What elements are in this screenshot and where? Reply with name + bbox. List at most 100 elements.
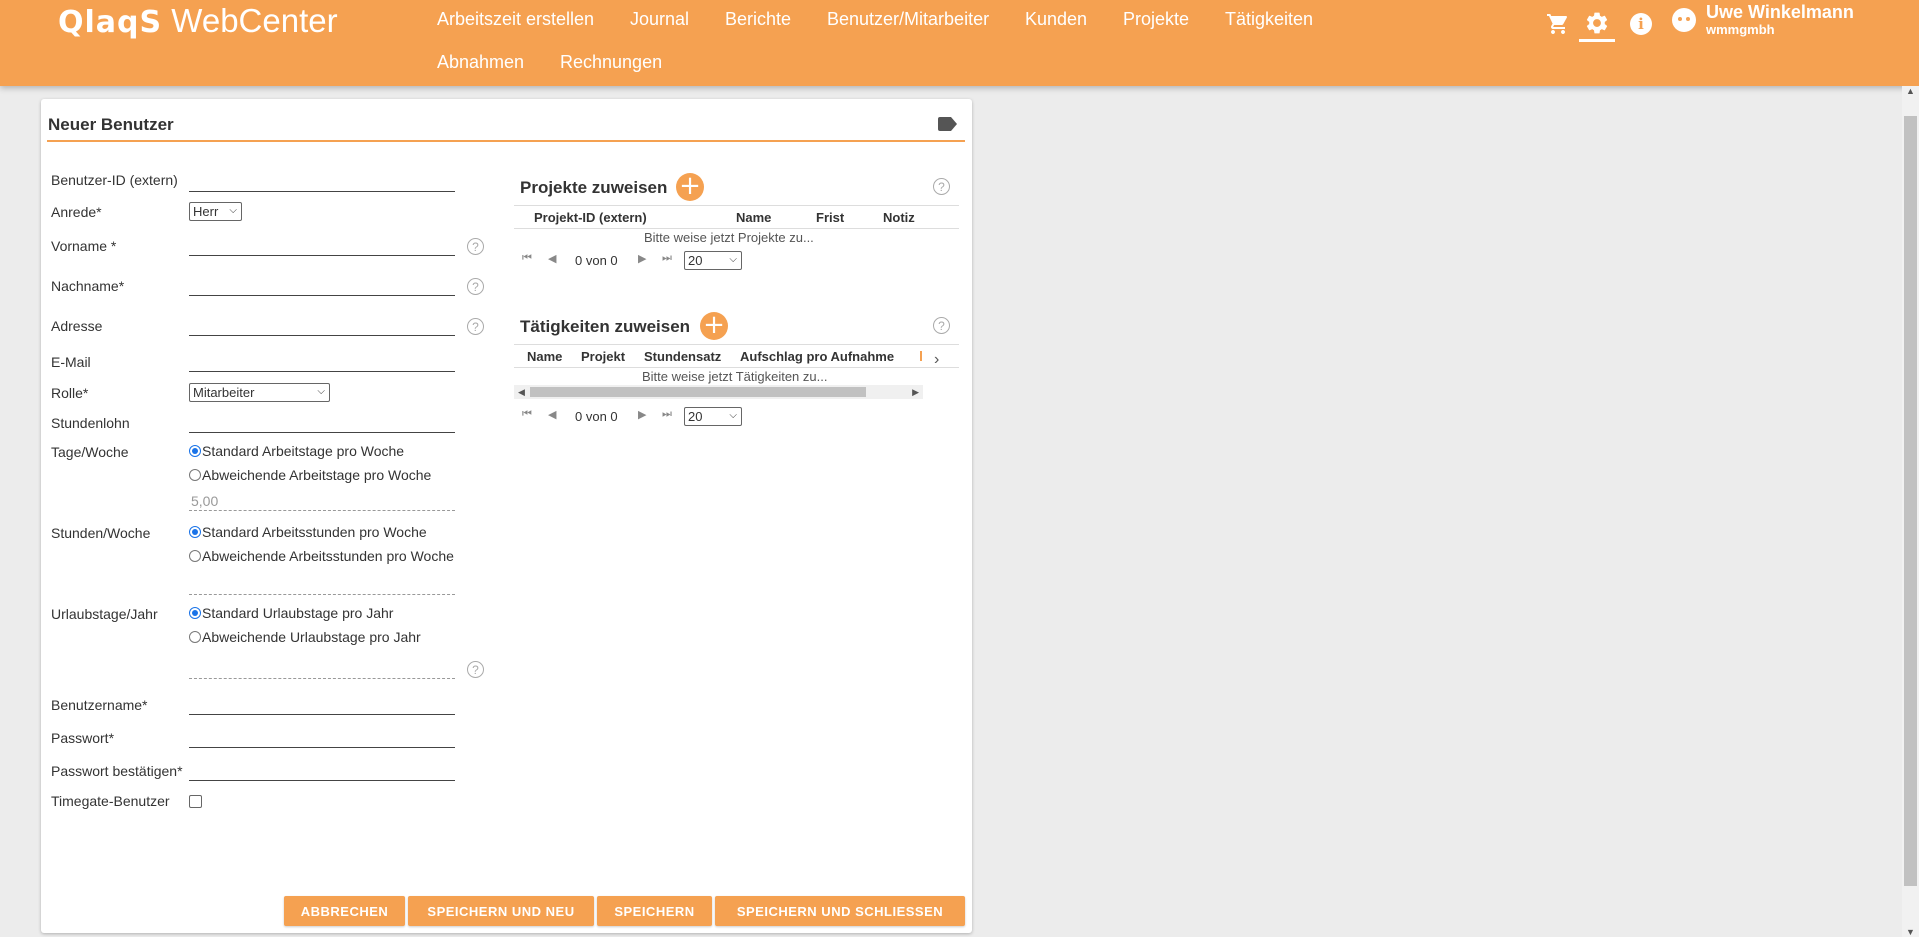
user-id-input[interactable] bbox=[189, 172, 455, 192]
nav-berichte[interactable]: Berichte bbox=[725, 9, 791, 30]
nav-abnahmen[interactable]: Abnahmen bbox=[437, 52, 524, 73]
label-hourly-wage: Stundenlohn bbox=[51, 415, 130, 431]
activities-table-top-border bbox=[514, 344, 959, 345]
projects-pager-text: 0 von 0 bbox=[575, 253, 618, 268]
nav-benutzer-mitarbeiter[interactable]: Benutzer/Mitarbeiter bbox=[827, 9, 989, 30]
label-salutation: Anrede* bbox=[51, 204, 102, 220]
nav-journal[interactable]: Journal bbox=[630, 9, 689, 30]
scroll-right-icon[interactable]: ▶ bbox=[912, 385, 919, 399]
help-icon[interactable]: ? bbox=[467, 238, 484, 255]
scroll-left-icon[interactable]: ◀ bbox=[518, 385, 525, 399]
nav-arbeitszeit-erstellen[interactable]: Arbeitszeit erstellen bbox=[437, 9, 594, 30]
radio-vacation-custom[interactable]: Abweichende Urlaubstage pro Jahr bbox=[189, 629, 421, 645]
first-page-icon[interactable]: ⏮ bbox=[522, 252, 532, 265]
activities-table-scrollbar[interactable]: ◀ ▶ bbox=[514, 385, 923, 399]
help-icon[interactable]: ? bbox=[467, 661, 484, 678]
username-input[interactable] bbox=[189, 695, 455, 715]
email-input[interactable] bbox=[189, 352, 455, 372]
prev-page-icon[interactable]: ◀ bbox=[548, 252, 556, 265]
title-divider bbox=[47, 140, 965, 142]
tag-icon[interactable] bbox=[938, 117, 958, 136]
col-hourly-rate[interactable]: Stundensatz bbox=[644, 349, 721, 364]
add-project-button[interactable]: + bbox=[676, 173, 704, 201]
user-face-icon bbox=[1672, 8, 1696, 32]
activities-page-size-select[interactable]: 20 ⌵ bbox=[684, 407, 742, 426]
help-icon[interactable]: ? bbox=[467, 318, 484, 335]
col-project[interactable]: Projekt bbox=[581, 349, 625, 364]
label-password: Passwort* bbox=[51, 730, 115, 746]
logo-product: WebCenter bbox=[171, 2, 338, 39]
projects-page-size-select[interactable]: 20 ⌵ bbox=[684, 251, 742, 270]
scrollbar-thumb[interactable] bbox=[1904, 116, 1917, 886]
hours-week-input[interactable] bbox=[189, 575, 455, 595]
col-name[interactable]: Name bbox=[527, 349, 562, 364]
vacation-input[interactable] bbox=[189, 659, 455, 679]
next-page-icon[interactable]: ▶ bbox=[638, 252, 646, 265]
app-logo[interactable]: QlaqS WebCenter bbox=[58, 2, 338, 40]
col-name[interactable]: Name bbox=[736, 210, 771, 225]
column-edge-marker bbox=[920, 351, 922, 361]
password-input[interactable] bbox=[189, 728, 455, 748]
next-page-icon[interactable]: ▶ bbox=[638, 408, 646, 421]
nav-projekte[interactable]: Projekte bbox=[1123, 9, 1189, 30]
activities-table-header-border bbox=[514, 367, 959, 368]
radio-hours-custom[interactable]: Abweichende Arbeitsstunden pro Woche bbox=[189, 548, 454, 564]
projects-table-header-border bbox=[514, 228, 959, 229]
label-timegate: Timegate-Benutzer bbox=[51, 793, 170, 809]
nav-kunden[interactable]: Kunden bbox=[1025, 9, 1087, 30]
scroll-down-icon[interactable]: ▼ bbox=[1906, 927, 1915, 937]
chevron-down-icon: ⌵ bbox=[317, 386, 325, 397]
top-navigation-bar: QlaqS WebCenter Arbeitszeit erstellen Jo… bbox=[0, 0, 1919, 86]
col-surcharge[interactable]: Aufschlag pro Aufnahme bbox=[740, 349, 894, 364]
help-icon[interactable]: ? bbox=[467, 278, 484, 295]
add-activity-button[interactable]: + bbox=[700, 312, 728, 340]
password-confirm-input[interactable] bbox=[189, 761, 455, 781]
col-deadline[interactable]: Frist bbox=[816, 210, 844, 225]
save-button[interactable]: SPEICHERN bbox=[597, 896, 712, 926]
radio-days-custom[interactable]: Abweichende Arbeitstage pro Woche bbox=[189, 467, 431, 483]
info-icon[interactable]: i bbox=[1623, 6, 1659, 42]
first-name-input[interactable] bbox=[189, 236, 455, 256]
salutation-select[interactable]: Herr ⌵ bbox=[189, 202, 242, 221]
projects-empty-message: Bitte weise jetzt Projekte zu... bbox=[644, 230, 814, 245]
role-select[interactable]: Mitarbeiter ⌵ bbox=[189, 383, 330, 402]
logo-brand: QlaqS bbox=[58, 5, 163, 40]
address-input[interactable] bbox=[189, 316, 455, 336]
last-name-input[interactable] bbox=[189, 276, 455, 296]
nav-rechnungen[interactable]: Rechnungen bbox=[560, 52, 662, 73]
days-week-input[interactable] bbox=[189, 491, 455, 511]
help-icon[interactable]: ? bbox=[933, 178, 950, 195]
activities-empty-message: Bitte weise jetzt Tätigkeiten zu... bbox=[642, 369, 828, 384]
cancel-button[interactable]: ABBRECHEN bbox=[284, 896, 405, 926]
col-project-id[interactable]: Projekt-ID (extern) bbox=[534, 210, 647, 225]
prev-page-icon[interactable]: ◀ bbox=[548, 408, 556, 421]
activities-pager-text: 0 von 0 bbox=[575, 409, 618, 424]
label-user-id: Benutzer-ID (extern) bbox=[51, 172, 178, 188]
timegate-checkbox[interactable] bbox=[189, 795, 202, 808]
save-and-close-button[interactable]: SPEICHERN UND SCHLIESSEN bbox=[715, 896, 965, 926]
chevron-down-icon: ⌵ bbox=[729, 254, 737, 265]
scroll-up-icon[interactable]: ▲ bbox=[1906, 86, 1915, 96]
nav-taetigkeiten[interactable]: Tätigkeiten bbox=[1225, 9, 1313, 30]
new-user-card: Neuer Benutzer Benutzer-ID (extern) Anre… bbox=[41, 99, 972, 933]
radio-vacation-standard[interactable]: Standard Urlaubstage pro Jahr bbox=[189, 605, 393, 621]
activities-assign-title: Tätigkeiten zuweisen bbox=[520, 317, 691, 336]
label-first-name: Vorname * bbox=[51, 238, 117, 254]
projects-assign-title: Projekte zuweisen bbox=[520, 178, 668, 197]
page-scrollbar[interactable]: ▲ ▼ bbox=[1902, 86, 1919, 937]
last-page-icon[interactable]: ⏭ bbox=[662, 252, 672, 265]
label-vacation: Urlaubstage/Jahr bbox=[51, 606, 158, 622]
label-hours-week: Stunden/Woche bbox=[51, 525, 151, 541]
radio-days-standard[interactable]: Standard Arbeitstage pro Woche bbox=[189, 443, 404, 459]
hourly-wage-input[interactable] bbox=[189, 413, 455, 433]
col-note[interactable]: Notiz bbox=[883, 210, 915, 225]
cart-icon[interactable] bbox=[1540, 6, 1576, 42]
save-and-new-button[interactable]: SPEICHERN UND NEU bbox=[408, 896, 594, 926]
scrollbar-thumb[interactable] bbox=[530, 387, 866, 397]
last-page-icon[interactable]: ⏭ bbox=[662, 408, 672, 421]
user-menu[interactable]: Uwe Winkelmann wmmgmbh bbox=[1672, 2, 1912, 42]
gear-icon[interactable] bbox=[1579, 6, 1615, 42]
first-page-icon[interactable]: ⏮ bbox=[522, 408, 532, 421]
radio-hours-standard[interactable]: Standard Arbeitsstunden pro Woche bbox=[189, 524, 427, 540]
help-icon[interactable]: ? bbox=[933, 317, 950, 334]
